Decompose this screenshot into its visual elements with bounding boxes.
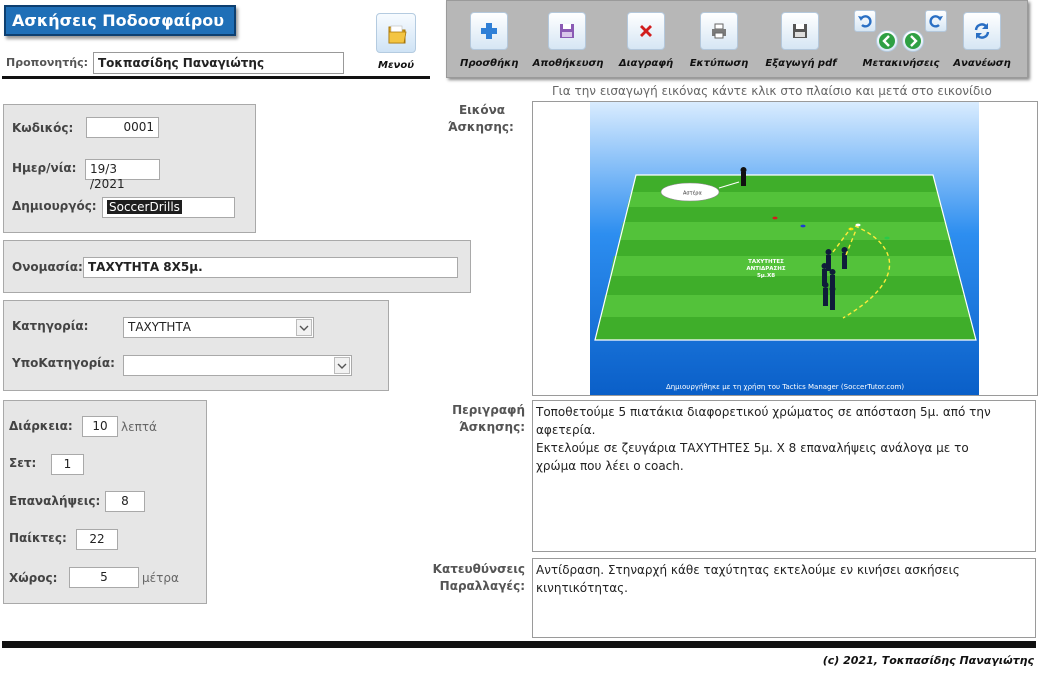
add-label: Προσθήκη xyxy=(460,58,519,69)
undo-arrow-icon xyxy=(858,15,872,28)
category-panel: Κατηγορία: ΤΑΧΥΤΗΤΑ ΥποΚατηγορία: xyxy=(3,300,389,391)
image-hint: Για την εισαγωγή εικόνας κάντε κλικ στο … xyxy=(552,84,992,98)
toolbar: Προσθήκη Αποθήκευση Διαγραφή Εκτύπωση Εξ… xyxy=(446,0,1028,78)
creator-value: SoccerDrills xyxy=(107,200,182,214)
save-button[interactable] xyxy=(548,12,586,50)
add-button[interactable] xyxy=(470,12,508,50)
space-unit: μέτρα xyxy=(142,571,179,585)
description-label: Περιγραφή Άσκησης: xyxy=(448,402,525,436)
description-textarea[interactable]: Τοποθετούμε 5 πιατάκια διαφορετικού χρώμ… xyxy=(532,400,1036,552)
category-select[interactable]: ΤΑΧΥΤΗΤΑ xyxy=(123,317,314,338)
description-label-line-2: Άσκησης: xyxy=(459,420,525,434)
refresh-button[interactable] xyxy=(963,12,1001,50)
space-field[interactable]: 5 xyxy=(69,567,139,588)
chevron-down-icon xyxy=(299,325,309,331)
date-label: Ημερ/νία: xyxy=(12,161,77,175)
export-pdf-button[interactable] xyxy=(781,12,819,50)
copyright: (c) 2021, Τοκπασίδης Παναγιώτης xyxy=(822,654,1034,667)
code-field[interactable]: 0001 xyxy=(86,117,159,138)
header-divider xyxy=(2,76,430,79)
bubble-text: Αστέρα xyxy=(683,190,702,197)
save-icon xyxy=(560,24,574,38)
name-panel: Ονομασία: ΤΑΧΥΤΗΤΑ 8Χ5μ. xyxy=(3,240,471,293)
date-field[interactable]: 19/3 /2021 xyxy=(85,159,160,191)
reps-label: Επαναλήψεις: xyxy=(9,494,101,508)
folder-icon xyxy=(388,25,407,44)
subcategory-select[interactable] xyxy=(123,355,352,376)
drill-image-frame[interactable]: Αστέρα ΤΑΧΥΤΗΤΕΣ ΑΝΤΙΔΡΑΣΗΣ 5μ.Χ8 Δημιου… xyxy=(532,101,1038,396)
navigation-label: Μετακινήσεις xyxy=(862,58,940,69)
description-line: Εκτελούμε σε ζευγάρια ΤΑΧΥΤΗΤΕΣ 5μ. Χ 8 … xyxy=(536,441,969,455)
directions-label: Κατευθύνσεις Παραλλαγές: xyxy=(425,561,525,595)
image-label-line-1: Εικόνα xyxy=(458,103,505,117)
next-record-button[interactable] xyxy=(902,30,924,52)
printer-icon xyxy=(712,23,726,39)
description-line: χρώμα που λέει ο coach. xyxy=(536,459,684,473)
drill-image: Αστέρα ΤΑΧΥΤΗΤΕΣ ΑΝΤΙΔΡΑΣΗΣ 5μ.Χ8 Δημιου… xyxy=(590,102,979,395)
drill-title-1: ΤΑΧΥΤΗΤΕΣ xyxy=(748,259,784,265)
drill-title-2: ΑΝΤΙΔΡΑΣΗΣ xyxy=(746,266,786,272)
menu-button[interactable] xyxy=(376,13,416,53)
duration-unit: λεπτά xyxy=(121,420,157,434)
delete-label: Διαγραφή xyxy=(618,58,674,69)
description-line: Τοποθετούμε 5 πιατάκια διαφορετικού χρώμ… xyxy=(536,405,991,419)
arrow-left-icon xyxy=(879,33,895,49)
category-label: Κατηγορία: xyxy=(12,319,89,333)
disk-icon xyxy=(793,24,807,38)
refresh-label: Ανανέωση xyxy=(953,58,1011,69)
save-label: Αποθήκευση xyxy=(532,58,604,69)
code-label: Κωδικός: xyxy=(12,121,74,135)
space-label: Χώρος: xyxy=(9,571,58,585)
directions-line: κινητικότητας. xyxy=(536,581,628,595)
creator-label: Δημιουργός: xyxy=(12,199,97,213)
category-value: ΤΑΧΥΤΗΤΑ xyxy=(128,320,191,334)
players-label: Παίκτες: xyxy=(9,531,67,545)
print-label: Εκτύπωση xyxy=(689,58,749,69)
redo-arrow-icon xyxy=(929,15,943,28)
directions-textarea[interactable]: Αντίδραση. Στηναρχή κάθε ταχύτητας εκτελ… xyxy=(532,558,1036,638)
delete-icon xyxy=(640,25,652,37)
last-record-button[interactable] xyxy=(925,10,947,32)
subcategory-dropdown-button[interactable] xyxy=(334,357,350,374)
stats-panel: Διάρκεια: 10 λεπτά Σετ: 1 Επαναλήψεις: 8… xyxy=(3,400,207,604)
menu-label: Μενού xyxy=(378,60,414,71)
record-panel: Κωδικός: 0001 Ημερ/νία: 19/3 /2021 Δημιο… xyxy=(3,104,256,233)
refresh-icon xyxy=(974,23,990,39)
duration-field[interactable]: 10 xyxy=(82,416,118,437)
players-field[interactable]: 22 xyxy=(76,529,118,550)
plus-icon xyxy=(481,23,497,39)
description-label-line-1: Περιγραφή xyxy=(452,403,525,417)
directions-label-line-1: Κατευθύνσεις xyxy=(432,562,525,576)
sets-field[interactable]: 1 xyxy=(51,454,84,475)
app-title: Ασκήσεις Ποδοσφαίρου xyxy=(4,5,236,36)
export-pdf-label: Εξαγωγή pdf xyxy=(765,58,837,69)
chevron-down-icon xyxy=(337,363,347,369)
image-label-line-2: Άσκησης: xyxy=(448,120,514,134)
directions-label-line-2: Παραλλαγές: xyxy=(439,579,525,593)
footer-divider xyxy=(2,641,1036,648)
coach-label: Προπονητής: xyxy=(6,56,88,69)
arrow-right-icon xyxy=(905,33,921,49)
description-line: αφετερία. xyxy=(536,423,596,437)
subcategory-label: ΥποΚατηγορία: xyxy=(12,356,115,370)
reps-field[interactable]: 8 xyxy=(105,491,145,512)
coach-field[interactable]: Τοκπασίδης Παναγιώτης xyxy=(93,52,344,74)
directions-line: Αντίδραση. Στηναρχή κάθε ταχύτητας εκτελ… xyxy=(536,563,960,577)
category-dropdown-button[interactable] xyxy=(296,319,312,336)
drill-title-3: 5μ.Χ8 xyxy=(757,273,775,279)
image-credit: Δημιουργήθηκε με τη χρήση του Tactics Ma… xyxy=(666,383,904,391)
sets-label: Σετ: xyxy=(9,456,37,470)
duration-label: Διάρκεια: xyxy=(9,419,73,433)
first-record-button[interactable] xyxy=(854,10,876,32)
delete-button[interactable] xyxy=(627,12,665,50)
name-field[interactable]: ΤΑΧΥΤΗΤΑ 8Χ5μ. xyxy=(83,257,458,278)
print-button[interactable] xyxy=(700,12,738,50)
creator-field[interactable]: SoccerDrills xyxy=(102,197,235,218)
image-label: Εικόνα Άσκησης: xyxy=(448,102,514,136)
previous-record-button[interactable] xyxy=(876,30,898,52)
name-label: Ονομασία: xyxy=(12,260,83,274)
